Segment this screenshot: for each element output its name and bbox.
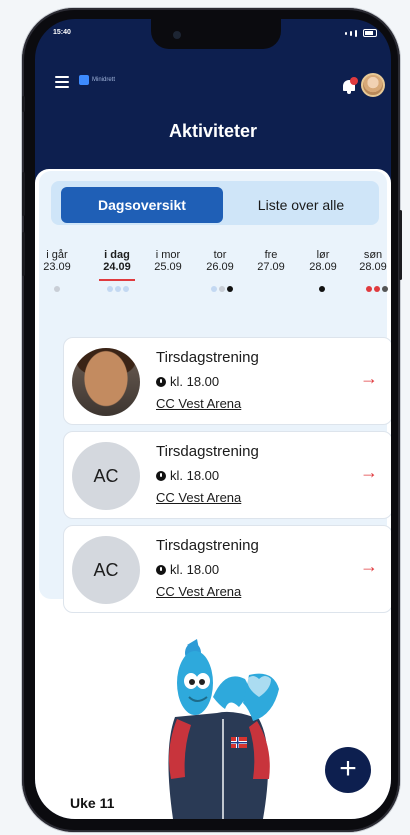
profile-avatar[interactable] xyxy=(361,73,385,97)
page-title: Aktiviteter xyxy=(168,121,258,141)
logo-text: Minidrett xyxy=(92,77,116,83)
today-indicator xyxy=(99,279,135,281)
activity-time: kl. 18.00 xyxy=(156,468,219,483)
status-icons xyxy=(345,29,377,37)
plus-icon: + xyxy=(339,752,357,785)
day-saturday[interactable]: lør 28.09 xyxy=(301,249,345,273)
tab-liste-over-alle[interactable]: Liste over alle xyxy=(227,187,375,223)
clock-icon xyxy=(156,564,166,575)
power-button xyxy=(399,210,402,280)
week-label: Uke 11 xyxy=(70,795,115,811)
day-today[interactable]: i dag 24.09 xyxy=(95,249,139,273)
activity-location[interactable]: CC Vest Arena xyxy=(156,584,241,599)
clock-icon xyxy=(156,376,166,387)
activity-time: kl. 18.00 xyxy=(156,562,219,577)
status-time: 15:40 xyxy=(53,29,71,36)
activity-title: Tirsdagstrening xyxy=(156,537,259,554)
arrow-right-icon[interactable]: → xyxy=(360,462,378,483)
side-button xyxy=(22,96,25,112)
day-dots-thursday xyxy=(211,286,233,292)
battery-icon xyxy=(363,29,377,37)
day-friday[interactable]: fre 27.09 xyxy=(249,249,293,273)
activity-location[interactable]: CC Vest Arena xyxy=(156,490,241,505)
add-activity-button[interactable]: + xyxy=(325,747,371,793)
activity-card[interactable]: Tirsdagstrening kl. 18.00 CC Vest Arena … xyxy=(63,337,391,425)
arrow-right-icon[interactable]: → xyxy=(360,556,378,577)
day-sunday[interactable]: søn 28.09 xyxy=(351,249,391,273)
day-dots-today xyxy=(107,286,129,292)
notch xyxy=(151,19,281,49)
day-yesterday[interactable]: i går 23.09 xyxy=(35,249,79,273)
activity-time: kl. 18.00 xyxy=(156,374,219,389)
activity-title: Tirsdagstrening xyxy=(156,443,259,460)
activities-panel: Dagsoversikt Liste over alle i går 23.09 … xyxy=(39,171,391,613)
participant-initials: AC xyxy=(72,442,140,510)
clock-icon xyxy=(156,470,166,481)
day-thursday[interactable]: tor 26.09 xyxy=(198,249,242,273)
volume-up-button xyxy=(22,172,25,216)
tab-dagsoversikt[interactable]: Dagsoversikt xyxy=(61,187,223,223)
arrow-right-icon[interactable]: → xyxy=(360,368,378,389)
activity-card[interactable]: AC Tirsdagstrening kl. 18.00 CC Vest Are… xyxy=(63,525,391,613)
day-dots-sunday xyxy=(366,286,388,292)
app-logo: Minidrett xyxy=(79,75,115,85)
notification-badge xyxy=(350,77,358,85)
day-selector: i går 23.09 i dag 24.09 i mor 25.09 tor 26.0… xyxy=(39,249,391,309)
participant-photo xyxy=(72,348,140,416)
view-toggle: Dagsoversikt Liste over alle xyxy=(51,181,379,225)
bell-icon[interactable] xyxy=(341,77,358,95)
day-dots-saturday xyxy=(319,286,325,292)
activity-location[interactable]: CC Vest Arena xyxy=(156,396,241,411)
mascot-illustration xyxy=(168,639,279,819)
activity-title: Tirsdagstrening xyxy=(156,349,259,366)
content-area: Dagsoversikt Liste over alle i går 23.09 … xyxy=(35,169,391,819)
hamburger-icon[interactable] xyxy=(55,76,69,88)
day-tomorrow[interactable]: i mor 25.09 xyxy=(146,249,190,273)
activity-card[interactable]: AC Tirsdagstrening kl. 18.00 CC Vest Are… xyxy=(63,431,391,519)
app-screen: 15:40 Minidrett Aktiviteter Dagsoversikt… xyxy=(35,19,391,819)
participant-initials: AC xyxy=(72,536,140,604)
camera xyxy=(173,31,181,39)
top-bar: Minidrett xyxy=(35,67,391,99)
volume-down-button xyxy=(22,232,25,276)
logo-mark-icon xyxy=(79,75,89,85)
day-dots-yesterday xyxy=(54,286,60,292)
